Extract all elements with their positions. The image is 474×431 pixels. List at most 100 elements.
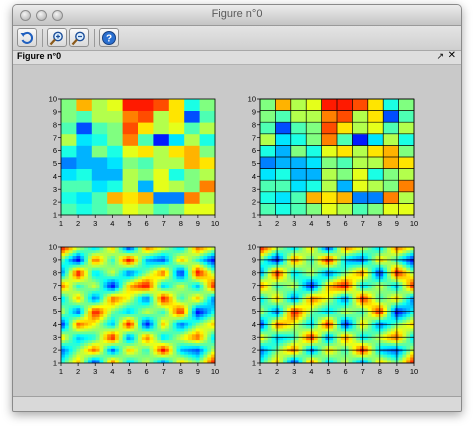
rotate-button[interactable]: [17, 28, 37, 47]
interp-cell: [107, 339, 112, 343]
interp-cell: [176, 336, 181, 341]
interp-cell: [134, 348, 139, 352]
heatmap-cell: [306, 180, 322, 193]
interp-cell: [199, 305, 204, 309]
interp-cell: [275, 307, 280, 312]
interp-cell: [161, 316, 166, 320]
interp-cell: [325, 296, 330, 300]
x-tick-label: 6: [144, 219, 148, 228]
interp-cell: [286, 328, 292, 332]
interp-cell: [126, 281, 131, 285]
interp-cell: [302, 284, 307, 288]
interp-cell: [145, 296, 150, 300]
interp-cell: [176, 273, 181, 277]
interp-cell: [180, 348, 185, 352]
interp-cell: [118, 258, 123, 262]
interp-cell: [111, 331, 116, 335]
interp-cell: [367, 345, 372, 349]
undock-icon[interactable]: ↗: [436, 51, 444, 62]
interp-cell: [390, 299, 396, 303]
interp-cell: [149, 339, 154, 343]
interp-cell: [402, 264, 407, 268]
interp-cell: [352, 325, 357, 329]
interp-cell: [191, 339, 197, 343]
interp-cell: [84, 299, 89, 303]
interp-cell: [84, 252, 89, 256]
interp-cell: [145, 351, 150, 355]
interp-cell: [199, 316, 204, 320]
interp-cell: [286, 278, 292, 283]
interp-cell: [161, 249, 166, 254]
interp-cell: [84, 305, 89, 309]
interp-cell: [168, 264, 173, 268]
interp-cell: [149, 255, 154, 259]
interp-cell: [172, 322, 177, 326]
interp-cell: [61, 267, 66, 271]
interp-cell: [263, 252, 268, 256]
zoom-button[interactable]: [47, 28, 67, 47]
interp-cell: [122, 336, 127, 341]
interp-cell: [130, 342, 135, 346]
interp-cell: [348, 293, 353, 297]
close-panel-icon[interactable]: ✕: [448, 50, 456, 61]
interp-cell: [191, 258, 197, 262]
interp-cell: [145, 339, 150, 343]
interp-cell: [188, 334, 193, 338]
heatmap-cell: [76, 203, 93, 216]
interp-cell: [122, 281, 127, 285]
interp-cell: [103, 270, 108, 274]
interp-cell: [329, 261, 334, 265]
interp-cell: [321, 273, 326, 277]
interp-cell: [321, 316, 326, 320]
interp-cell: [68, 249, 73, 254]
interp-cell: [283, 342, 288, 346]
interp-cell: [302, 264, 307, 268]
interp-cell: [184, 284, 189, 288]
interp-cell: [134, 316, 139, 320]
interp-cell: [383, 287, 388, 291]
interp-cell: [294, 357, 299, 361]
interp-cell: [294, 290, 299, 294]
x-tick-label: 8: [378, 219, 382, 228]
interp-cell: [153, 290, 158, 294]
y-tick-label: 2: [252, 198, 256, 207]
interp-cell: [367, 316, 372, 320]
heatmap-cell: [61, 168, 77, 181]
interp-cell: [122, 316, 127, 320]
interp-cell: [168, 247, 173, 251]
interp-cell: [126, 348, 131, 352]
interp-cell: [356, 249, 361, 254]
interp-cell: [61, 325, 66, 329]
interp-cell: [145, 299, 150, 303]
heatmap-cell: [352, 110, 369, 123]
interp-cell: [367, 281, 372, 285]
interp-cell: [313, 264, 319, 268]
interp-cell: [333, 328, 338, 332]
heatmap-cell: [260, 203, 276, 216]
interp-cell: [371, 334, 376, 338]
interp-cell: [306, 331, 311, 335]
interp-cell: [164, 345, 170, 349]
interp-cell: [172, 348, 177, 352]
interp-cell: [267, 287, 272, 291]
interp-cell: [126, 273, 131, 277]
interp-cell: [363, 264, 369, 268]
interp-cell: [294, 278, 299, 283]
interp-cell: [134, 258, 139, 262]
interp-cell: [329, 296, 334, 300]
interp-cell: [114, 261, 120, 265]
interp-cell: [184, 276, 189, 280]
interp-cell: [402, 252, 407, 256]
help-button[interactable]: ?: [99, 28, 119, 47]
interp-cell: [134, 281, 139, 285]
interp-cell: [348, 299, 353, 303]
heatmap-cell: [306, 122, 322, 135]
interp-cell: [91, 278, 96, 283]
unzoom-button[interactable]: [69, 28, 89, 47]
interp-cell: [141, 339, 146, 343]
interp-cell: [375, 276, 380, 280]
interp-cell: [103, 296, 108, 300]
interp-cell: [184, 328, 189, 332]
interp-cell: [203, 247, 208, 251]
interp-cell: [313, 276, 319, 280]
